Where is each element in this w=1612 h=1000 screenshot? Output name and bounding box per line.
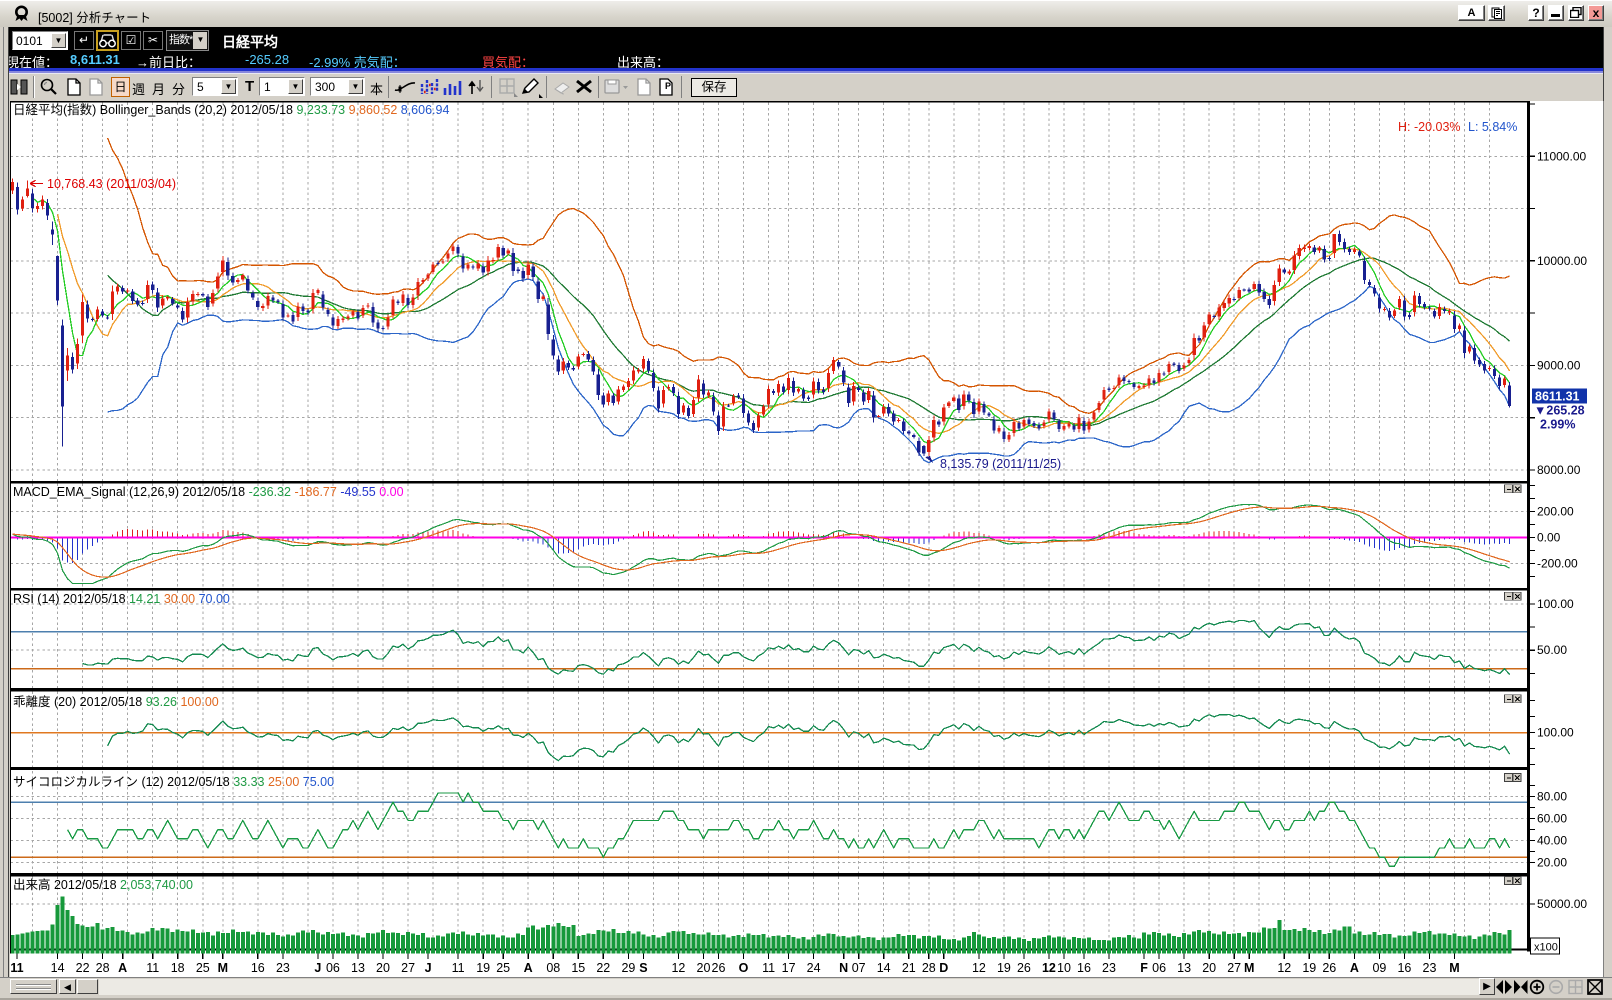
svg-text:A: A: [1350, 961, 1359, 975]
svg-text:M: M: [218, 961, 228, 975]
svg-text:20: 20: [697, 961, 711, 975]
svg-text:07: 07: [852, 961, 866, 975]
svg-text:MACD_EMA_Signal (12,26,9) 2012: MACD_EMA_Signal (12,26,9) 2012/05/18 -23…: [13, 485, 404, 499]
svg-text:出来高 2012/05/18 2,053,740.00: 出来高 2012/05/18 2,053,740.00: [13, 877, 193, 892]
svg-text:08: 08: [546, 961, 560, 975]
svg-text:50000.00: 50000.00: [1537, 897, 1587, 911]
svg-text:F: F: [1140, 961, 1148, 975]
svg-text:10000.00: 10000.00: [1537, 254, 1587, 268]
svg-text:26: 26: [1017, 961, 1031, 975]
svg-text:10,768.43 (2011/03/04): 10,768.43 (2011/03/04): [47, 177, 176, 191]
svg-text:24: 24: [807, 961, 821, 975]
svg-text:29: 29: [621, 961, 635, 975]
svg-text:25: 25: [496, 961, 510, 975]
svg-text:16: 16: [1077, 961, 1091, 975]
svg-text:J: J: [314, 961, 321, 975]
svg-text:9000.00: 9000.00: [1537, 358, 1581, 372]
svg-text:28: 28: [922, 961, 936, 975]
svg-text:11: 11: [10, 961, 23, 975]
svg-text:09: 09: [1372, 961, 1386, 975]
svg-text:23: 23: [1423, 961, 1437, 975]
svg-text:14: 14: [51, 961, 65, 975]
svg-text:80.00: 80.00: [1537, 790, 1567, 804]
svg-text:14: 14: [877, 961, 891, 975]
svg-text:8000.00: 8000.00: [1537, 463, 1581, 477]
svg-text:100.00: 100.00: [1537, 597, 1574, 611]
svg-text:20: 20: [1202, 961, 1216, 975]
svg-text:27: 27: [401, 961, 415, 975]
svg-text:M: M: [1449, 961, 1459, 975]
svg-text:J: J: [425, 961, 432, 975]
svg-text:8611.31: 8611.31: [1535, 390, 1580, 404]
svg-text:S: S: [639, 961, 647, 975]
svg-text:H: -20.03%: H: -20.03%: [1398, 120, 1461, 134]
svg-text:06: 06: [1152, 961, 1166, 975]
svg-text:13: 13: [1177, 961, 1191, 975]
svg-text:50.00: 50.00: [1537, 643, 1567, 657]
svg-text:22: 22: [76, 961, 90, 975]
svg-text:26: 26: [1322, 961, 1336, 975]
svg-text:0.00: 0.00: [1537, 531, 1561, 545]
svg-text:15: 15: [571, 961, 585, 975]
svg-text:19: 19: [997, 961, 1011, 975]
svg-text:19: 19: [1302, 961, 1316, 975]
svg-text:D: D: [939, 961, 948, 975]
svg-text:-200.00: -200.00: [1537, 557, 1578, 571]
svg-text:A: A: [118, 961, 127, 975]
svg-text:A: A: [524, 961, 533, 975]
svg-text:M: M: [1244, 961, 1254, 975]
svg-text:16: 16: [1397, 961, 1411, 975]
svg-text:19: 19: [476, 961, 490, 975]
svg-text:28: 28: [96, 961, 110, 975]
svg-text:60.00: 60.00: [1537, 812, 1567, 826]
svg-text:13: 13: [351, 961, 365, 975]
svg-text:23: 23: [276, 961, 290, 975]
svg-text:11: 11: [146, 961, 159, 975]
svg-text:乖離度 (20) 2012/05/18 93.26 100.: 乖離度 (20) 2012/05/18 93.26 100.00: [13, 694, 219, 709]
svg-text:100.00: 100.00: [1537, 726, 1574, 740]
svg-text:06: 06: [326, 961, 340, 975]
svg-text:40.00: 40.00: [1537, 834, 1567, 848]
svg-text:サイコロジカルライン (12) 2012/05/18 33.: サイコロジカルライン (12) 2012/05/18 33.33 25.00 7…: [13, 775, 334, 789]
svg-text:N: N: [839, 961, 848, 975]
svg-text:17: 17: [782, 961, 796, 975]
svg-text:12: 12: [972, 961, 986, 975]
svg-text:日経平均(指数) Bollinger_Bands (20,2: 日経平均(指数) Bollinger_Bands (20,2) 2012/05/…: [13, 102, 449, 117]
svg-text:10: 10: [1057, 961, 1071, 975]
svg-text:26: 26: [712, 961, 726, 975]
svg-text:21: 21: [902, 961, 916, 975]
svg-text:12: 12: [671, 961, 685, 975]
svg-text:20.00: 20.00: [1537, 856, 1567, 870]
svg-text:11000.00: 11000.00: [1537, 149, 1586, 163]
svg-text:▼265.28: ▼265.28: [1534, 404, 1585, 418]
svg-text:RSI (14) 2012/05/18 14.21 30.0: RSI (14) 2012/05/18 14.21 30.00 70.00: [13, 592, 230, 606]
svg-text:O: O: [739, 961, 749, 975]
svg-text:12: 12: [1042, 961, 1056, 975]
svg-text:16: 16: [251, 961, 265, 975]
svg-text:x100: x100: [1534, 942, 1558, 954]
svg-text:18: 18: [171, 961, 185, 975]
svg-text:11: 11: [452, 961, 465, 975]
svg-text:L: 5.84%: L: 5.84%: [1468, 120, 1517, 134]
svg-text:23: 23: [1102, 961, 1116, 975]
svg-text:27: 27: [1227, 961, 1241, 975]
svg-text:11: 11: [762, 961, 775, 975]
svg-text:8,135.79 (2011/11/25): 8,135.79 (2011/11/25): [940, 457, 1061, 471]
svg-text:20: 20: [376, 961, 390, 975]
svg-text:2.99%: 2.99%: [1540, 418, 1575, 432]
svg-text:12: 12: [1277, 961, 1291, 975]
svg-text:25: 25: [196, 961, 210, 975]
svg-text:200.00: 200.00: [1537, 505, 1574, 519]
svg-text:22: 22: [596, 961, 610, 975]
svg-text:P: P: [665, 81, 671, 91]
